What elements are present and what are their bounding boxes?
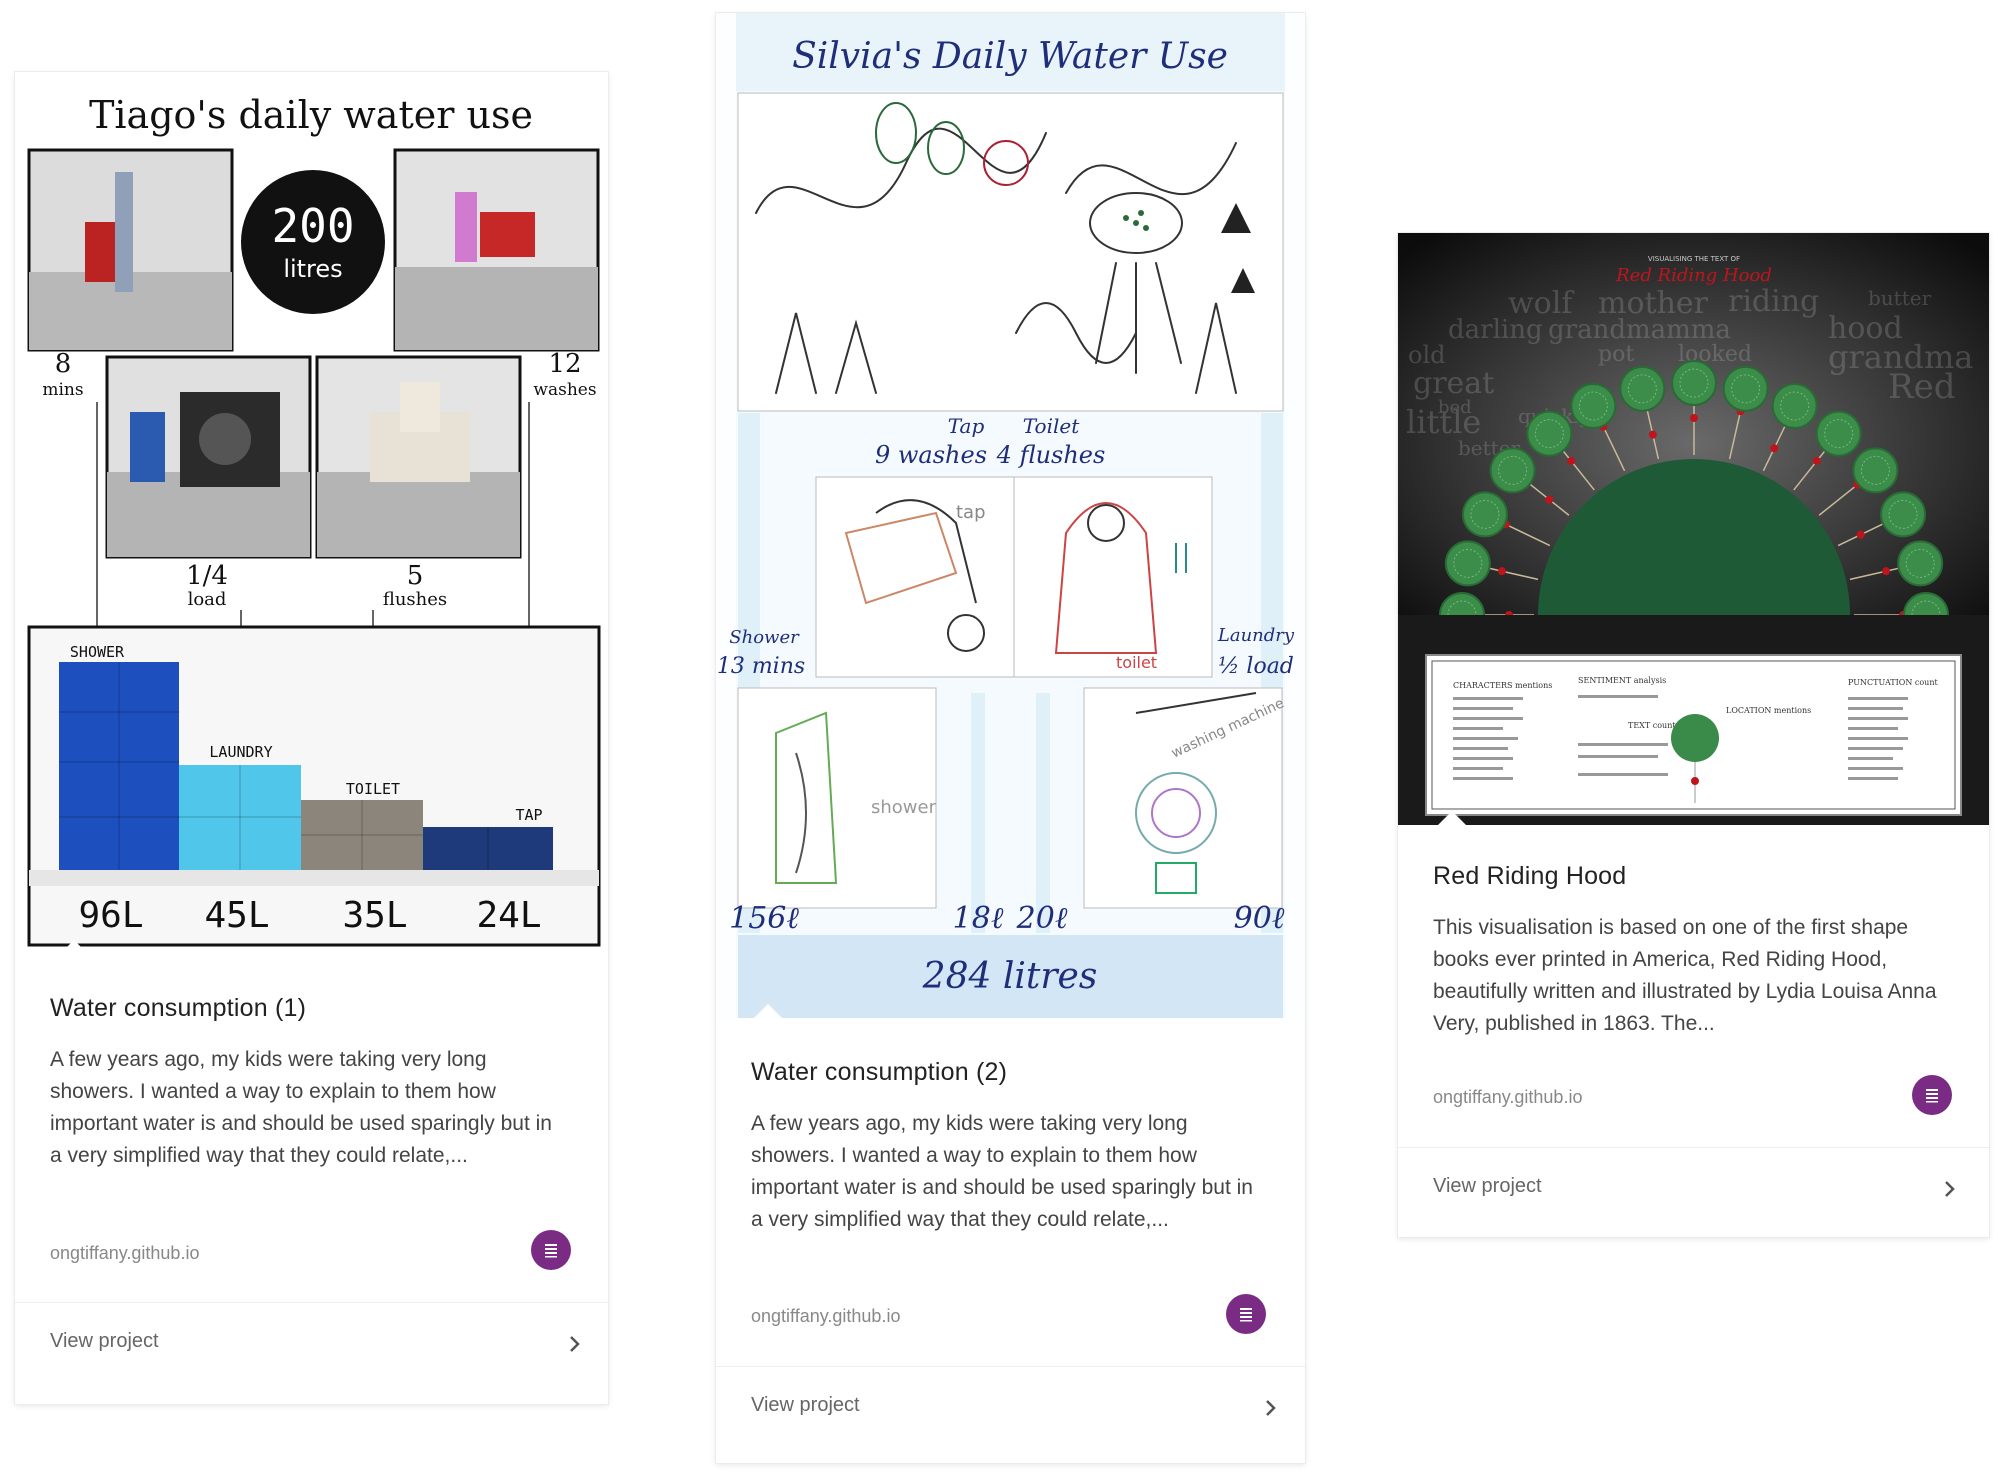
svg-text:great: great <box>1413 366 1494 401</box>
card-body: Water consumption (1) A few years ago, m… <box>15 954 608 1404</box>
svg-text:litres: litres <box>283 255 342 283</box>
svg-text:butter: butter <box>1868 286 1932 310</box>
tap-caption: tap <box>956 502 986 523</box>
card-title[interactable]: Water consumption (1) <box>50 994 306 1023</box>
lego-infographic: Tiago's daily water use 200 litres 8 min… <box>27 93 601 947</box>
bar-label-toilet: TOILET <box>346 780 400 798</box>
svg-text:Red: Red <box>1888 367 1956 407</box>
bar-value-laundry: 45L <box>204 895 269 936</box>
chevron-right-icon[interactable] <box>1261 1398 1281 1418</box>
card-source[interactable]: ongtiffany.github.io <box>751 1306 900 1327</box>
view-project-link[interactable]: View project <box>50 1330 159 1353</box>
project-card-red-riding-hood[interactable]: VISUALISING THE TEXT OF Red Riding Hood … <box>1398 233 1989 1237</box>
svg-text:5: 5 <box>407 561 424 591</box>
bar-value-shower: 96L <box>78 895 143 936</box>
project-card-water-2[interactable]: Silvia's Daily Water Use Tap 9 washes To… <box>716 13 1305 1463</box>
svg-text:bed: bed <box>1438 397 1472 418</box>
view-project-link[interactable]: View project <box>751 1394 860 1417</box>
svg-text:pot: pot <box>1598 342 1634 367</box>
shower-label: Shower <box>729 627 800 648</box>
red-riding-hood-visual: VISUALISING THE TEXT OF Red Riding Hood … <box>1398 233 1989 825</box>
toilet-value: 4 flushes <box>996 441 1106 469</box>
svg-text:TEXT count: TEXT count <box>1628 721 1676 730</box>
svg-text:1/4: 1/4 <box>186 561 228 591</box>
laundry-label: Laundry <box>1217 625 1295 646</box>
list-icon[interactable] <box>1226 1294 1266 1334</box>
svg-text:mins: mins <box>42 380 83 400</box>
chevron-right-icon[interactable] <box>1940 1179 1960 1199</box>
card-divider <box>15 1302 608 1303</box>
card-body: Red Riding Hood This visualisation is ba… <box>1398 825 1989 1237</box>
card-source[interactable]: ongtiffany.github.io <box>1433 1087 1582 1108</box>
thumbnail-notch <box>60 940 88 954</box>
card-thumbnail[interactable]: Tiago's daily water use 200 litres 8 min… <box>15 72 608 954</box>
tap-value: 9 washes <box>875 441 987 469</box>
value-tap: 18ℓ <box>953 901 1004 936</box>
view-project-link[interactable]: View project <box>1433 1175 1542 1198</box>
toilet-caption: toilet <box>1116 653 1157 672</box>
children-drawing-infographic: Silvia's Daily Water Use Tap 9 washes To… <box>717 13 1295 1018</box>
svg-text:SENTIMENT analysis: SENTIMENT analysis <box>1578 676 1666 685</box>
card-title[interactable]: Water consumption (2) <box>751 1058 1007 1087</box>
thumbnail-notch <box>1438 811 1466 825</box>
svg-text:riding: riding <box>1728 284 1819 319</box>
bar-label-shower: SHOWER <box>70 643 125 661</box>
thumb-kicker: VISUALISING THE TEXT OF <box>1648 255 1740 263</box>
shower-value: 13 mins <box>717 654 805 679</box>
svg-text:200: 200 <box>271 199 354 253</box>
list-icon[interactable] <box>531 1230 571 1270</box>
list-icon[interactable] <box>1912 1075 1952 1115</box>
project-card-water-1[interactable]: Tiago's daily water use 200 litres 8 min… <box>15 72 608 1404</box>
bar-label-tap: TAP <box>515 806 542 824</box>
svg-text:CHARACTERS mentions: CHARACTERS mentions <box>1453 681 1552 690</box>
card-description: This visualisation is based on one of th… <box>1433 916 1937 1035</box>
chevron-right-icon[interactable] <box>565 1334 585 1354</box>
thumb-heading: Silvia's Daily Water Use <box>792 36 1228 77</box>
svg-text:8: 8 <box>55 349 72 379</box>
shower-caption: shower <box>871 797 937 818</box>
svg-text:LOCATION mentions: LOCATION mentions <box>1726 706 1811 715</box>
bar-label-laundry: LAUNDRY <box>209 743 272 761</box>
card-thumbnail[interactable]: Silvia's Daily Water Use Tap 9 washes To… <box>716 13 1305 1018</box>
svg-text:washes: washes <box>533 380 596 400</box>
value-shower: 156ℓ <box>729 901 799 936</box>
card-divider <box>1398 1147 1989 1148</box>
thumbnail-notch <box>754 1004 782 1018</box>
svg-text:flushes: flushes <box>383 589 447 610</box>
card-divider <box>716 1366 1305 1367</box>
svg-text:grandmamma: grandmamma <box>1548 315 1731 345</box>
card-description: A few years ago, my kids were taking ver… <box>751 1112 1253 1231</box>
thumb-heading: Red Riding Hood <box>1615 265 1772 286</box>
toilet-label: Toilet <box>1023 414 1080 438</box>
card-body: Water consumption (2) A few years ago, m… <box>716 1018 1305 1463</box>
laundry-value: ½ load <box>1218 654 1294 679</box>
card-source[interactable]: ongtiffany.github.io <box>50 1243 199 1264</box>
value-laundry: 90ℓ <box>1234 901 1285 936</box>
bar-value-tap: 24L <box>476 895 541 936</box>
total-litres: 284 litres <box>922 956 1098 997</box>
svg-text:PUNCTUATION count: PUNCTUATION count <box>1848 678 1938 687</box>
card-title[interactable]: Red Riding Hood <box>1433 862 1626 891</box>
svg-text:old: old <box>1408 341 1446 369</box>
card-description: A few years ago, my kids were taking ver… <box>50 1048 552 1167</box>
tap-label: Tap <box>948 414 985 438</box>
bar-value-toilet: 35L <box>342 895 407 936</box>
svg-text:darling: darling <box>1448 315 1543 345</box>
svg-text:12: 12 <box>548 349 581 379</box>
value-toilet: 20ℓ <box>1016 901 1068 936</box>
thumb-heading: Tiago's daily water use <box>89 93 533 137</box>
card-thumbnail[interactable]: VISUALISING THE TEXT OF Red Riding Hood … <box>1398 233 1989 825</box>
svg-text:load: load <box>188 589 227 610</box>
